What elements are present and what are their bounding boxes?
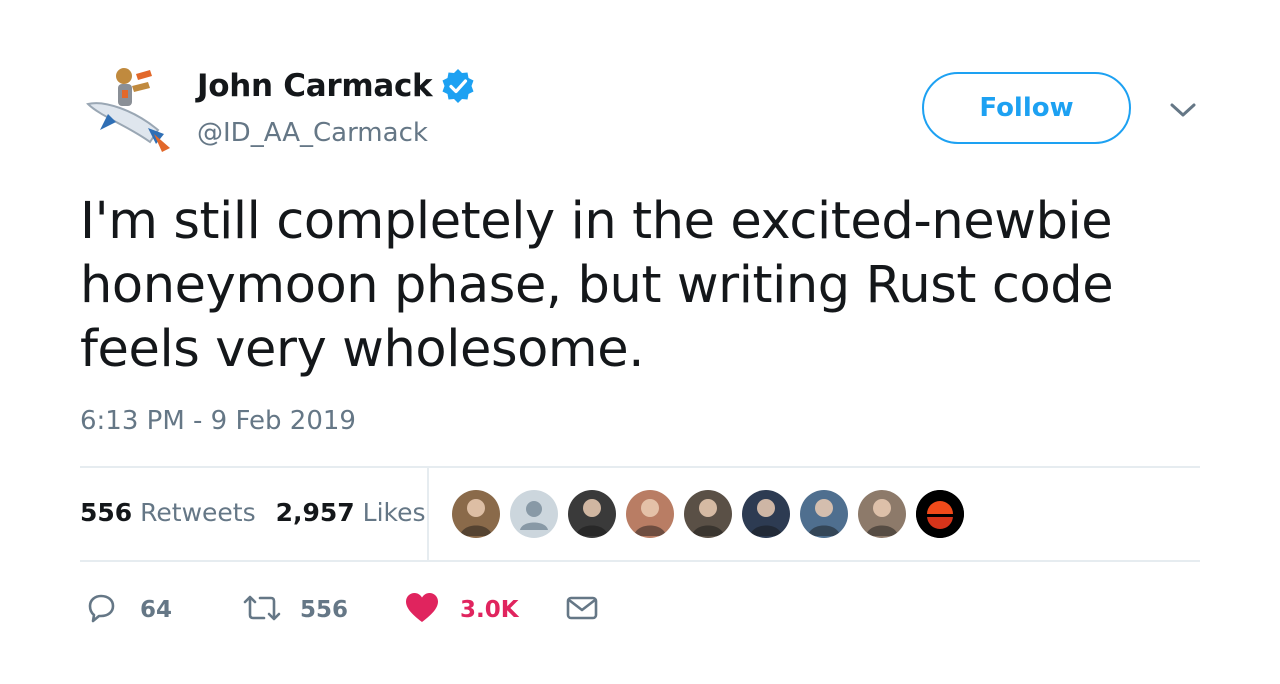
retweets-stat-count: 556 bbox=[80, 498, 133, 527]
likes-stat-label: Likes bbox=[362, 498, 426, 527]
retweets-stat[interactable]: 556 Retweets bbox=[80, 498, 256, 527]
tweet-card: John Carmack @ID_AA_Carmack Follow I'm s… bbox=[0, 0, 1280, 684]
liker-avatar[interactable] bbox=[916, 490, 964, 538]
tweet-timestamp[interactable]: 6:13 PM - 9 Feb 2019 bbox=[80, 406, 356, 436]
liker-avatar[interactable] bbox=[568, 490, 616, 538]
retweets-stat-label: Retweets bbox=[140, 498, 256, 527]
reply-count: 64 bbox=[140, 597, 173, 623]
liker-avatar[interactable] bbox=[684, 490, 732, 538]
verified-badge-icon bbox=[440, 68, 476, 104]
follow-button[interactable]: Follow bbox=[922, 72, 1131, 144]
direct-message-action[interactable] bbox=[565, 590, 599, 630]
reply-action[interactable]: 64 bbox=[84, 590, 172, 630]
envelope-icon[interactable] bbox=[565, 591, 599, 629]
liker-avatar[interactable] bbox=[800, 490, 848, 538]
retweet-action[interactable]: 556 bbox=[242, 590, 348, 630]
liker-avatar[interactable] bbox=[452, 490, 500, 538]
reply-icon[interactable] bbox=[84, 591, 118, 629]
author-name[interactable]: John Carmack bbox=[197, 68, 433, 104]
tweet-stats: 556 Retweets 2,957 Likes bbox=[80, 498, 446, 527]
liker-avatar[interactable] bbox=[510, 490, 558, 538]
likes-stat[interactable]: 2,957 Likes bbox=[276, 498, 426, 527]
like-count: 3.0K bbox=[460, 597, 519, 623]
stats-divider bbox=[427, 468, 429, 560]
heart-icon[interactable] bbox=[404, 591, 440, 629]
liker-avatar[interactable] bbox=[742, 490, 790, 538]
like-action[interactable]: 3.0K bbox=[404, 590, 519, 630]
retweet-count: 556 bbox=[300, 597, 349, 623]
liker-avatar[interactable] bbox=[858, 490, 906, 538]
liker-avatar[interactable] bbox=[626, 490, 674, 538]
likes-stat-count: 2,957 bbox=[275, 498, 355, 527]
divider bbox=[80, 560, 1200, 562]
chevron-down-icon[interactable] bbox=[1168, 98, 1198, 122]
retweet-icon[interactable] bbox=[242, 591, 282, 629]
divider bbox=[80, 466, 1200, 468]
author-avatar[interactable] bbox=[78, 60, 174, 156]
author-handle[interactable]: @ID_AA_Carmack bbox=[197, 118, 428, 148]
author-name-row: John Carmack bbox=[197, 68, 476, 104]
liker-avatars bbox=[452, 490, 974, 538]
tweet-text: I'm still completely in the excited-newb… bbox=[80, 192, 1114, 379]
